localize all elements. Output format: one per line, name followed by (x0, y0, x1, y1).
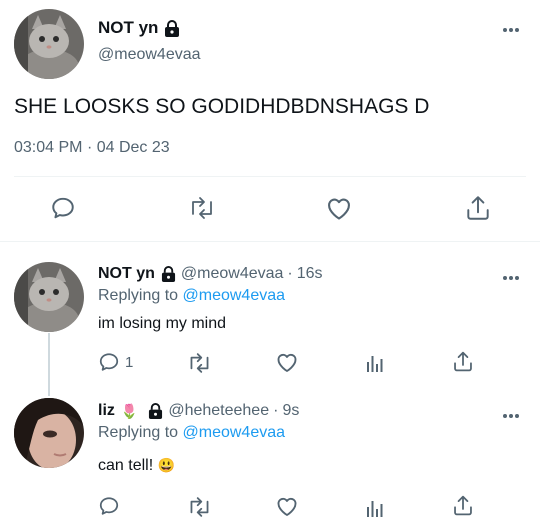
divider (14, 176, 526, 177)
main-tweet-text: SHE LOOSKS SO GODIDHDBDNSHAGS D (14, 95, 430, 118)
retweet-icon[interactable] (187, 496, 212, 518)
main-display-name[interactable]: NOT yn (98, 18, 158, 38)
reply-handle[interactable]: @meow4evaa (181, 265, 284, 283)
reply-text: can tell! (98, 457, 154, 474)
share-icon[interactable] (452, 350, 474, 373)
reply-avatar[interactable] (14, 262, 84, 332)
reply-display-name[interactable]: liz (98, 402, 115, 420)
retweet-icon[interactable] (188, 196, 216, 220)
reply-icon (98, 351, 120, 373)
views-icon[interactable] (366, 497, 384, 517)
more-icon[interactable] (502, 22, 520, 33)
replying-to-label: Replying to (98, 424, 179, 441)
reply-icon[interactable] (98, 495, 120, 517)
main-handle[interactable]: @meow4evaa (98, 46, 201, 64)
main-avatar[interactable] (14, 9, 84, 79)
thread-line (48, 333, 50, 396)
reply-handle[interactable]: @heheteehee (168, 402, 269, 420)
date-separator: · (86, 139, 93, 156)
share-icon[interactable] (452, 494, 474, 517)
lock-icon (148, 403, 163, 419)
divider (0, 241, 540, 242)
replying-to-handle[interactable]: @meow4evaa (183, 424, 286, 441)
meta-separator: · (287, 265, 293, 282)
smile-emoji: 😃 (157, 457, 176, 473)
main-date[interactable]: 04 Dec 23 (97, 139, 170, 156)
reply-age[interactable]: 16s (297, 265, 323, 283)
reply-display-name[interactable]: NOT yn (98, 265, 155, 283)
lock-icon (161, 266, 176, 282)
reply-count: 1 (125, 353, 134, 371)
reply-age[interactable]: 9s (282, 402, 299, 420)
reply-avatar[interactable] (14, 398, 84, 468)
retweet-icon[interactable] (187, 352, 212, 374)
views-icon[interactable] (366, 352, 384, 372)
meta-separator: · (273, 402, 279, 419)
replying-to-handle[interactable]: @meow4evaa (183, 287, 286, 304)
more-icon[interactable] (502, 408, 520, 419)
tulip-emoji: 🌷 (120, 402, 139, 419)
reply-button[interactable]: 1 (98, 351, 133, 373)
share-icon[interactable] (465, 194, 491, 222)
replying-to-label: Replying to (98, 287, 179, 304)
reply-icon[interactable] (50, 195, 76, 221)
more-icon[interactable] (502, 270, 520, 281)
main-time[interactable]: 03:04 PM (14, 139, 82, 156)
heart-icon[interactable] (275, 495, 299, 517)
heart-icon[interactable] (325, 195, 353, 221)
lock-icon (164, 19, 180, 37)
reply-text: im losing my mind (98, 315, 227, 332)
heart-icon[interactable] (275, 351, 299, 373)
